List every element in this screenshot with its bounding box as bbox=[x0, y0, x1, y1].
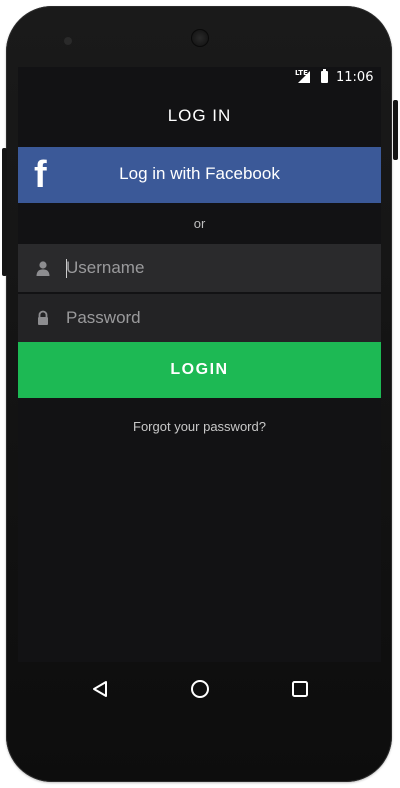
app-screen: LTE 11:06 LOG IN f Log in with Facebook … bbox=[18, 67, 381, 662]
status-time: 11:06 bbox=[336, 70, 374, 85]
back-button[interactable] bbox=[85, 674, 115, 704]
or-divider: or bbox=[193, 216, 206, 231]
facebook-login-label: Log in with Facebook bbox=[119, 164, 280, 183]
username-input[interactable] bbox=[66, 244, 366, 292]
lock-icon bbox=[38, 310, 48, 325]
system-nav-bar bbox=[18, 662, 381, 716]
username-field-container bbox=[18, 244, 381, 292]
side-button-right bbox=[393, 100, 398, 160]
home-button[interactable] bbox=[185, 674, 215, 704]
status-bar: LTE 11:06 bbox=[18, 67, 381, 91]
recents-square-icon bbox=[292, 681, 308, 697]
forgot-password-link[interactable]: Forgot your password? bbox=[18, 419, 381, 434]
facebook-login-button[interactable]: f Log in with Facebook bbox=[18, 147, 381, 203]
earpiece-speaker bbox=[191, 29, 209, 47]
recents-button[interactable] bbox=[285, 674, 315, 704]
password-input[interactable] bbox=[66, 294, 366, 342]
front-camera bbox=[64, 37, 72, 45]
back-triangle-icon bbox=[93, 681, 107, 697]
text-cursor bbox=[66, 259, 67, 278]
login-button[interactable]: LOGIN bbox=[18, 342, 381, 398]
signal-icon bbox=[298, 71, 310, 83]
home-circle-icon bbox=[191, 680, 209, 698]
page-title: LOG IN bbox=[167, 106, 232, 125]
side-button-left bbox=[2, 148, 7, 276]
user-icon bbox=[36, 261, 50, 276]
password-field-container bbox=[18, 294, 381, 342]
battery-icon bbox=[321, 69, 328, 83]
